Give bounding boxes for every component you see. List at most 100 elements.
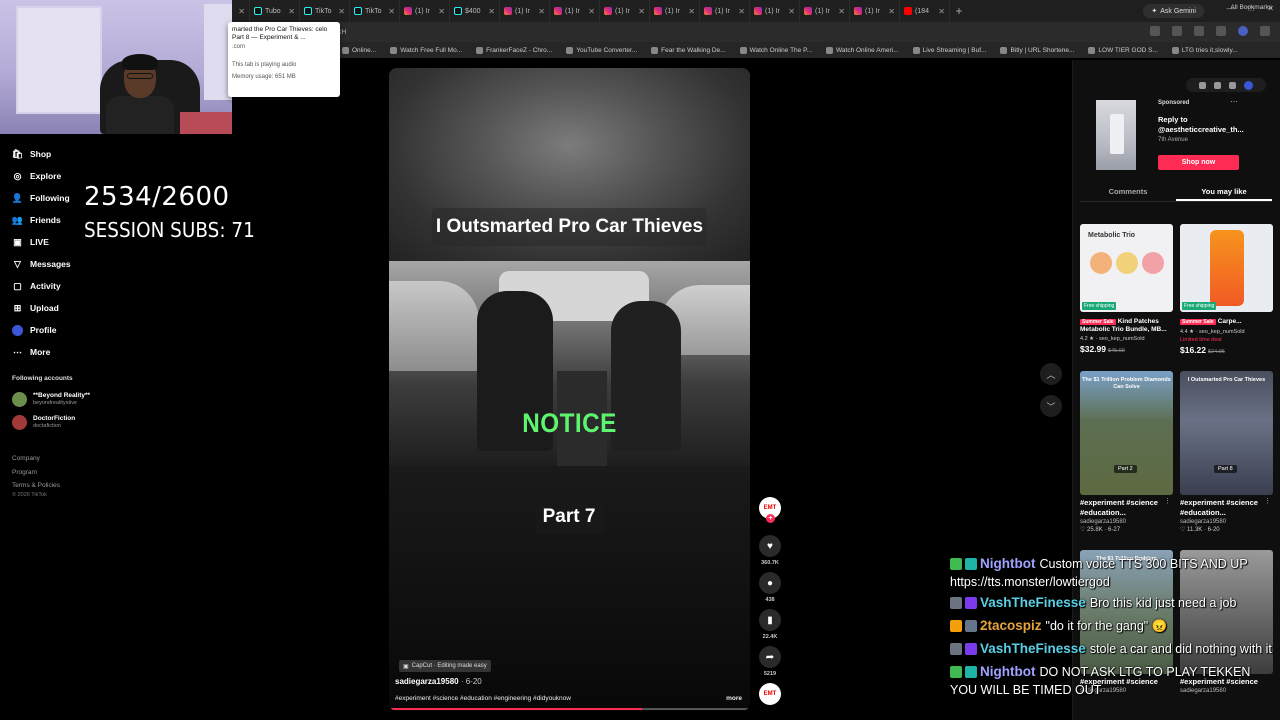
- browser-tab[interactable]: $400 ✕: [450, 0, 500, 22]
- chat-overlay: Nightbot Custom voice TTS 300 BITS AND UP…: [950, 556, 1278, 703]
- cast-icon[interactable]: [1150, 26, 1160, 36]
- sound-disc[interactable]: EMT: [759, 683, 781, 705]
- suggested-video-card[interactable]: The $1 Trillion Problem Diamonds Can Sol…: [1080, 371, 1173, 533]
- previous-video-button[interactable]: ︿: [1040, 363, 1062, 385]
- profile-avatar-icon[interactable]: [1238, 26, 1248, 36]
- ask-gemini-button[interactable]: ✦ Ask Gemini: [1143, 4, 1204, 18]
- browser-tab[interactable]: (1) Ir ✕: [600, 0, 650, 22]
- close-tab-icon[interactable]: ✕: [888, 7, 895, 16]
- footer-link-company[interactable]: Company: [12, 452, 60, 466]
- video-progress-bar[interactable]: [389, 708, 750, 710]
- footer-link-terms[interactable]: Terms & Policies: [12, 479, 60, 493]
- browser-tab[interactable]: (1) Ir ✕: [500, 0, 550, 22]
- more-button[interactable]: more: [726, 695, 742, 702]
- close-tab-icon[interactable]: ✕: [938, 7, 945, 16]
- share-button[interactable]: ➦: [759, 646, 781, 668]
- browser-tab[interactable]: (1) Ir ✕: [650, 0, 700, 22]
- browser-tab[interactable]: (1) Ir ✕: [700, 0, 750, 22]
- bookmark-item[interactable]: Fear the Walking De...: [651, 46, 726, 54]
- bookmark-item[interactable]: LOW TIER GOD S...: [1088, 46, 1158, 54]
- close-tab-icon[interactable]: ✕: [488, 7, 495, 16]
- bookmark-item[interactable]: Online...: [342, 46, 376, 54]
- video-player[interactable]: I Outsmarted Pro Car Thieves NOTICE Part…: [389, 68, 750, 711]
- sidebar-item-profile[interactable]: Profile: [12, 319, 71, 341]
- close-tab-icon[interactable]: ✕: [838, 7, 845, 16]
- browser-tab[interactable]: (1) Ir ✕: [550, 0, 600, 22]
- sidebar-item-following[interactable]: 👤 Following: [12, 187, 71, 209]
- bookmark-item[interactable]: Live Streaming | Buf...: [912, 46, 986, 54]
- capcut-badge[interactable]: ▣ CapCut · Editing made easy: [399, 660, 491, 672]
- follow-plus-icon[interactable]: +: [766, 514, 775, 523]
- menu-dots-icon[interactable]: [1260, 26, 1270, 36]
- close-tab-icon[interactable]: ✕: [338, 7, 345, 16]
- browser-tab[interactable]: TikTo ✕: [300, 0, 350, 22]
- browser-tab[interactable]: (1) Ir ✕: [800, 0, 850, 22]
- video-tags[interactable]: #experiment #science #education #enginee…: [395, 695, 571, 702]
- save-button[interactable]: ▮: [759, 609, 781, 631]
- video-author[interactable]: sadiegarza19580: [1080, 519, 1173, 525]
- star-icon[interactable]: [1172, 26, 1182, 36]
- comment-button[interactable]: ●: [759, 572, 781, 594]
- download-icon[interactable]: [1216, 26, 1226, 36]
- close-tab-icon[interactable]: ✕: [238, 7, 245, 16]
- close-tab-icon[interactable]: ✕: [438, 7, 445, 16]
- device-icon[interactable]: [1214, 81, 1221, 89]
- bookmark-item[interactable]: LTG tries it,slowly...: [1171, 46, 1238, 54]
- footer-link-program[interactable]: Program: [12, 466, 60, 480]
- tab-comments[interactable]: Comments: [1080, 184, 1176, 201]
- sidebar-item-explore[interactable]: ◎ Explore: [12, 165, 71, 187]
- like-button[interactable]: ♥: [759, 535, 781, 557]
- suggested-video-card[interactable]: I Outsmarted Pro Car Thieves Part 8 #exp…: [1180, 371, 1273, 533]
- video-author[interactable]: sadiegarza19580 · 6-20: [395, 677, 482, 686]
- sidebar-item-live[interactable]: ▣ LIVE: [12, 231, 71, 253]
- bookmark-item[interactable]: Watch Online Ameri...: [826, 46, 899, 54]
- product-card[interactable]: Metabolic Trio Free shipping Summer Sale…: [1080, 224, 1173, 354]
- globe-icon[interactable]: [1244, 80, 1253, 90]
- bookmark-item[interactable]: Watch Online The P...: [739, 46, 812, 54]
- sponsored-thumbnail[interactable]: [1096, 100, 1136, 170]
- shop-now-button[interactable]: Shop now: [1158, 155, 1239, 170]
- sponsored-menu-icon[interactable]: ⋯: [1230, 97, 1238, 106]
- browser-tab[interactable]: (1) Ir ✕: [750, 0, 800, 22]
- creator-avatar[interactable]: EMT +: [759, 497, 781, 523]
- bookmark-favicon-icon: [390, 46, 398, 54]
- close-tab-icon[interactable]: ✕: [788, 7, 795, 16]
- bookmark-item[interactable]: FrankerFaceZ - Chro...: [476, 46, 552, 54]
- video-menu-icon[interactable]: ⋮: [1264, 497, 1271, 505]
- sidebar-item-upload[interactable]: ⊞ Upload: [12, 297, 71, 319]
- browser-tab[interactable]: (1) Ir ✕: [400, 0, 450, 22]
- sidebar-item-friends[interactable]: 👥 Friends: [12, 209, 71, 231]
- author-name[interactable]: sadiegarza19580: [395, 677, 459, 686]
- close-tab-icon[interactable]: ✕: [388, 7, 395, 16]
- browser-tab[interactable]: TikTo ✕: [350, 0, 400, 22]
- following-account[interactable]: **Beyond Reality** beyondrealitystive: [12, 392, 90, 407]
- all-bookmarks-button[interactable]: All Bookmarks: [1230, 4, 1272, 11]
- download-icon[interactable]: [1229, 81, 1236, 89]
- close-tab-icon[interactable]: ✕: [588, 7, 595, 16]
- sidebar-item-shop[interactable]: 🛍 Shop: [12, 143, 71, 165]
- sidebar-item-messages[interactable]: ▽ Messages: [12, 253, 71, 275]
- following-account[interactable]: DoctorFiction doctafiction: [12, 415, 75, 430]
- browser-tab[interactable]: Tubo ✕: [250, 0, 300, 22]
- next-video-button[interactable]: ﹀: [1040, 395, 1062, 417]
- close-tab-icon[interactable]: ✕: [638, 7, 645, 16]
- tab-you-may-like[interactable]: You may like: [1176, 184, 1272, 201]
- browser-tab[interactable]: (1) Ir ✕: [850, 0, 900, 22]
- settings-icon[interactable]: [1199, 81, 1206, 89]
- account-avatar: [12, 392, 27, 407]
- sidebar-item-activity[interactable]: ▢ Activity: [12, 275, 71, 297]
- close-tab-icon[interactable]: ✕: [288, 7, 295, 16]
- bookmark-item[interactable]: Bitly | URL Shortene...: [1000, 46, 1074, 54]
- bookmark-item[interactable]: Watch Free Full Mo...: [390, 46, 462, 54]
- browser-tab[interactable]: (184 ✕: [900, 0, 950, 22]
- close-tab-icon[interactable]: ✕: [688, 7, 695, 16]
- close-tab-icon[interactable]: ✕: [538, 7, 545, 16]
- extensions-icon[interactable]: [1194, 26, 1204, 36]
- sidebar-item-more[interactable]: ⋯ More: [12, 341, 71, 363]
- video-menu-icon[interactable]: ⋮: [1164, 497, 1171, 505]
- new-tab-button[interactable]: +: [950, 4, 968, 18]
- product-card[interactable]: Free shipping Summer Sale Carpe... 4.4 ★ …: [1180, 224, 1273, 355]
- video-author[interactable]: sadiegarza19580: [1180, 519, 1273, 525]
- bookmark-item[interactable]: YouTube Converter...: [566, 46, 637, 54]
- close-tab-icon[interactable]: ✕: [738, 7, 745, 16]
